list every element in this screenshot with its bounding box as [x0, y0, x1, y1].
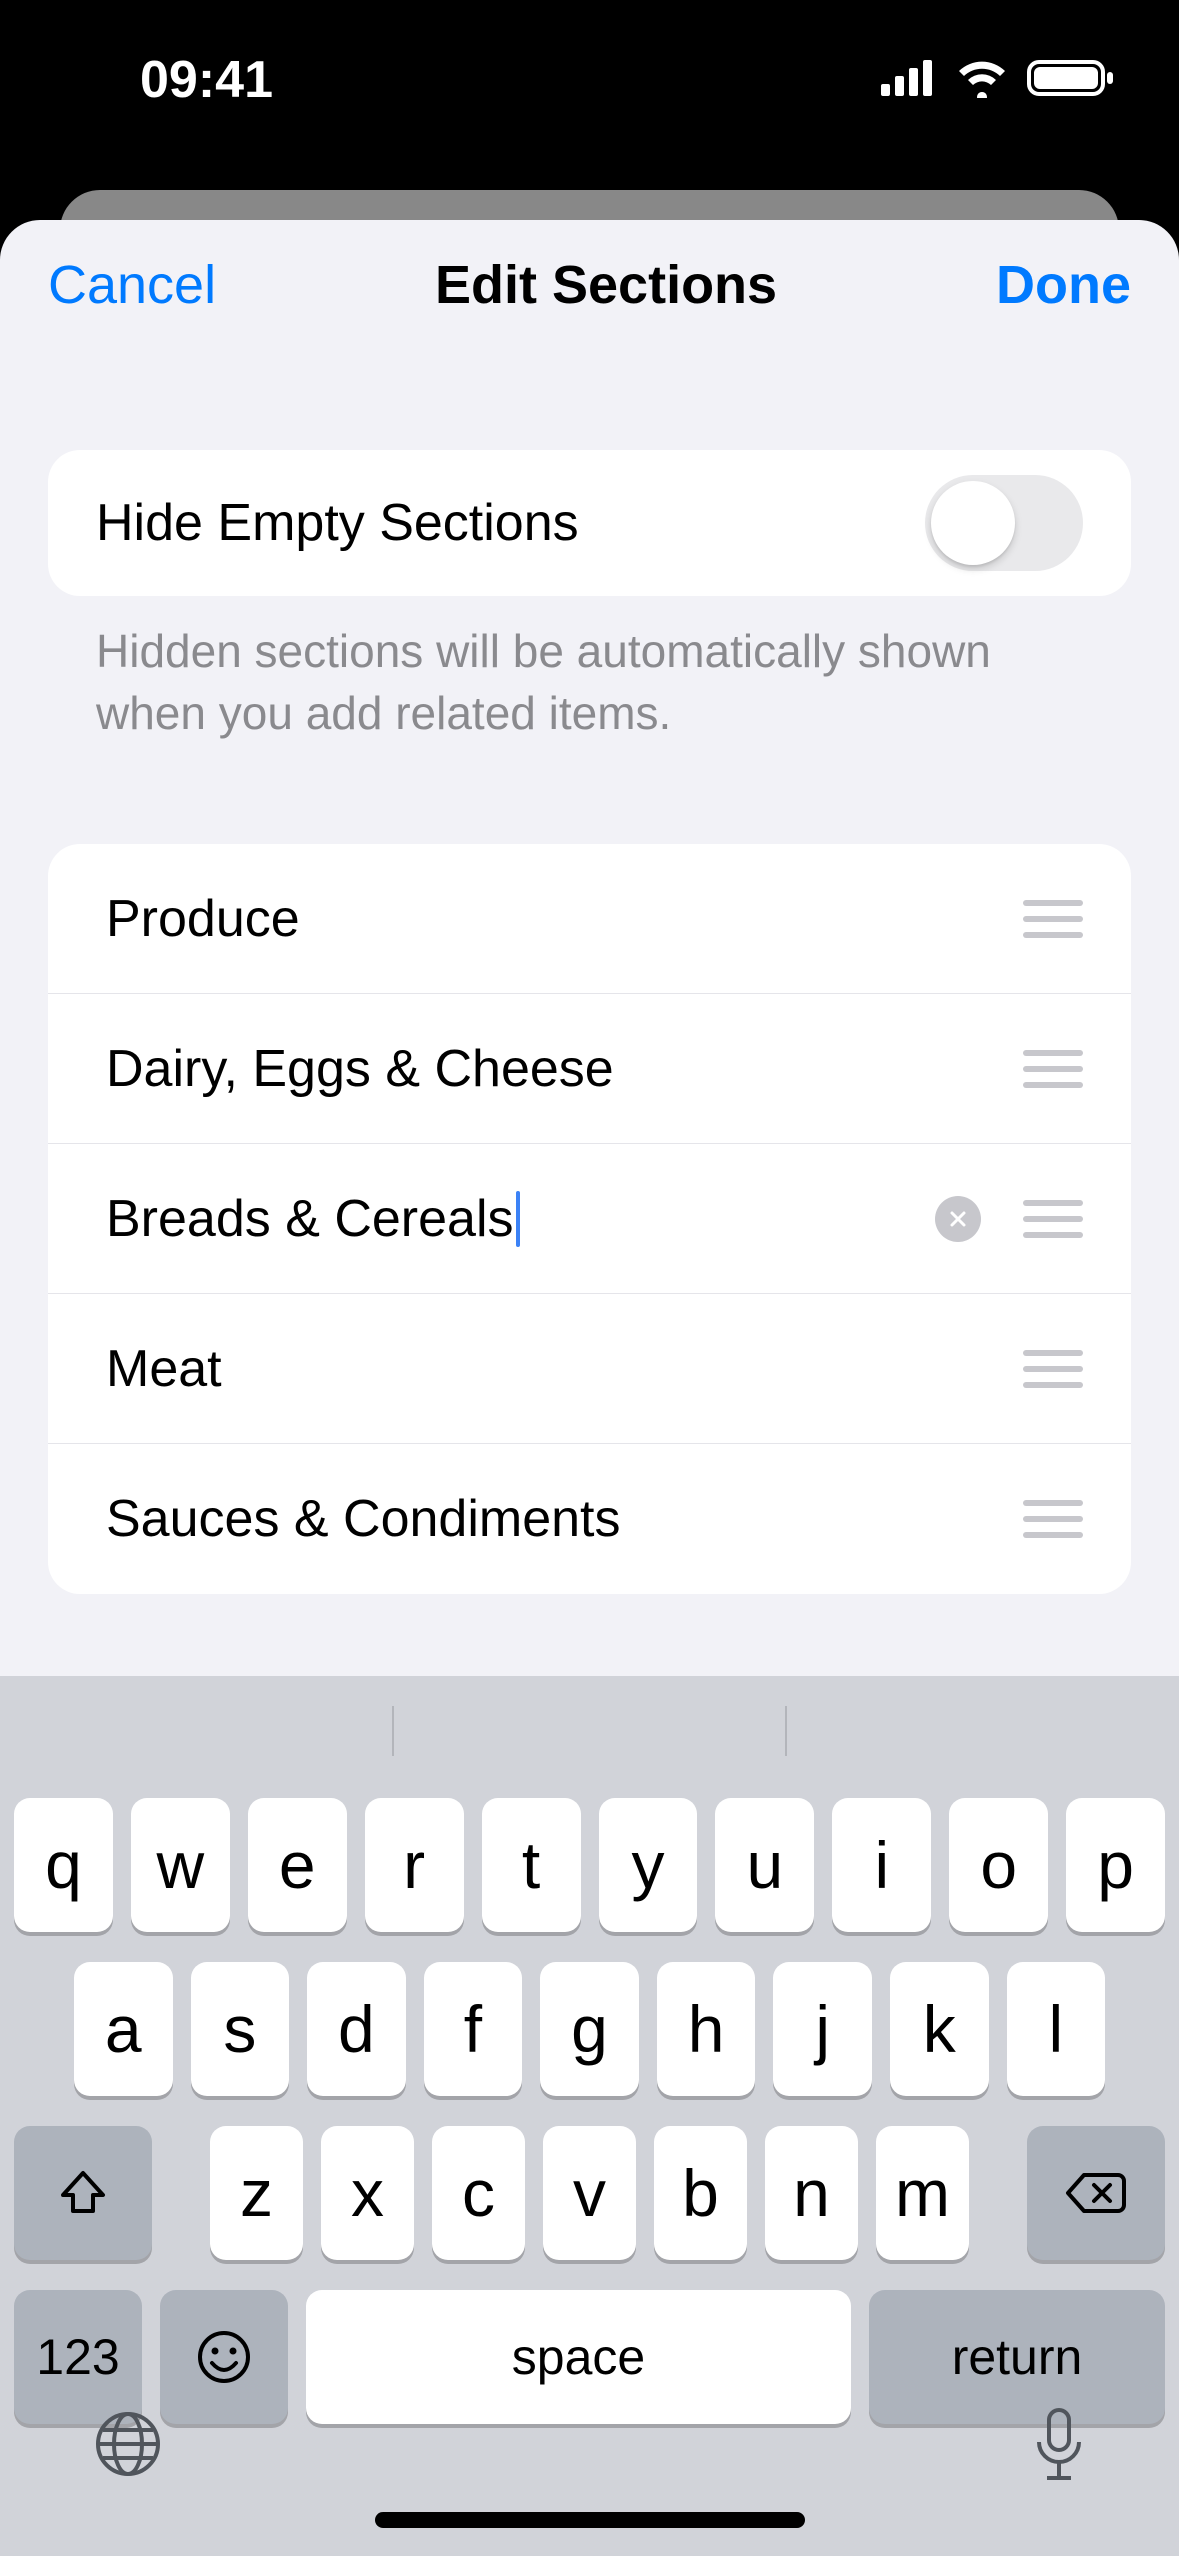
done-button[interactable]: Done — [996, 254, 1131, 316]
key-c[interactable]: c — [432, 2126, 525, 2260]
sections-group: Produce Dairy, Eggs & Cheese Breads & Cere… — [48, 844, 1131, 1594]
key-g[interactable]: g — [540, 1962, 639, 2096]
section-name-input[interactable]: Sauces & Condiments — [106, 1489, 1023, 1549]
key-j[interactable]: j — [773, 1962, 872, 2096]
hide-empty-sections-row: Hide Empty Sections — [48, 450, 1131, 596]
key-d[interactable]: d — [307, 1962, 406, 2096]
drag-handle-icon[interactable] — [1023, 1049, 1083, 1089]
section-name-input[interactable]: Produce — [106, 889, 1023, 949]
shift-key[interactable] — [14, 2126, 152, 2260]
key-o[interactable]: o — [949, 1798, 1048, 1932]
clear-text-icon[interactable] — [935, 1196, 981, 1242]
key-a[interactable]: a — [74, 1962, 173, 2096]
section-row: Sauces & Condiments — [48, 1444, 1131, 1594]
drag-handle-icon[interactable] — [1023, 1499, 1083, 1539]
drag-handle-icon[interactable] — [1023, 1349, 1083, 1389]
dictation-icon[interactable] — [1029, 2406, 1089, 2495]
status-icons — [881, 48, 1115, 103]
key-y[interactable]: y — [599, 1798, 698, 1932]
status-time: 09:41 — [0, 40, 273, 110]
delete-key[interactable] — [1027, 2126, 1165, 2260]
settings-group: Hide Empty Sections — [48, 450, 1131, 596]
home-indicator[interactable] — [375, 2512, 805, 2528]
section-row: Dairy, Eggs & Cheese — [48, 994, 1131, 1144]
cellular-icon — [881, 60, 937, 101]
key-u[interactable]: u — [715, 1798, 814, 1932]
globe-icon[interactable] — [90, 2406, 166, 2487]
key-r[interactable]: r — [365, 1798, 464, 1932]
key-n[interactable]: n — [765, 2126, 858, 2260]
section-name-input[interactable]: Dairy, Eggs & Cheese — [106, 1039, 1023, 1099]
wifi-icon — [955, 58, 1009, 103]
section-row: Breads & Cereals — [48, 1144, 1131, 1294]
keyboard: qwertyuiop asdfghjkl zxcvbnm 123 space — [0, 1676, 1179, 2556]
key-z[interactable]: z — [210, 2126, 303, 2260]
key-s[interactable]: s — [191, 1962, 290, 2096]
key-f[interactable]: f — [424, 1962, 523, 2096]
key-e[interactable]: e — [248, 1798, 347, 1932]
section-row: Produce — [48, 844, 1131, 994]
section-name-input[interactable]: Breads & Cereals — [106, 1189, 935, 1249]
battery-icon — [1027, 58, 1115, 103]
key-p[interactable]: p — [1066, 1798, 1165, 1932]
hide-empty-sections-toggle[interactable] — [925, 475, 1083, 571]
key-l[interactable]: l — [1007, 1962, 1106, 2096]
key-h[interactable]: h — [657, 1962, 756, 2096]
navigation-bar: Cancel Edit Sections Done — [0, 220, 1179, 350]
hide-empty-footer: Hidden sections will be automatically sh… — [48, 596, 1131, 744]
drag-handle-icon[interactable] — [1023, 1199, 1083, 1239]
key-x[interactable]: x — [321, 2126, 414, 2260]
cancel-button[interactable]: Cancel — [48, 254, 216, 316]
key-t[interactable]: t — [482, 1798, 581, 1932]
page-title: Edit Sections — [435, 254, 777, 316]
key-q[interactable]: q — [14, 1798, 113, 1932]
drag-handle-icon[interactable] — [1023, 899, 1083, 939]
key-b[interactable]: b — [654, 2126, 747, 2260]
key-w[interactable]: w — [131, 1798, 230, 1932]
key-i[interactable]: i — [832, 1798, 931, 1932]
section-row: Meat — [48, 1294, 1131, 1444]
key-v[interactable]: v — [543, 2126, 636, 2260]
section-name-input[interactable]: Meat — [106, 1339, 1023, 1399]
keyboard-suggestion-bar[interactable] — [0, 1676, 1179, 1786]
hide-empty-sections-label: Hide Empty Sections — [96, 493, 925, 553]
key-k[interactable]: k — [890, 1962, 989, 2096]
status-bar: 09:41 — [0, 0, 1179, 150]
key-m[interactable]: m — [876, 2126, 969, 2260]
